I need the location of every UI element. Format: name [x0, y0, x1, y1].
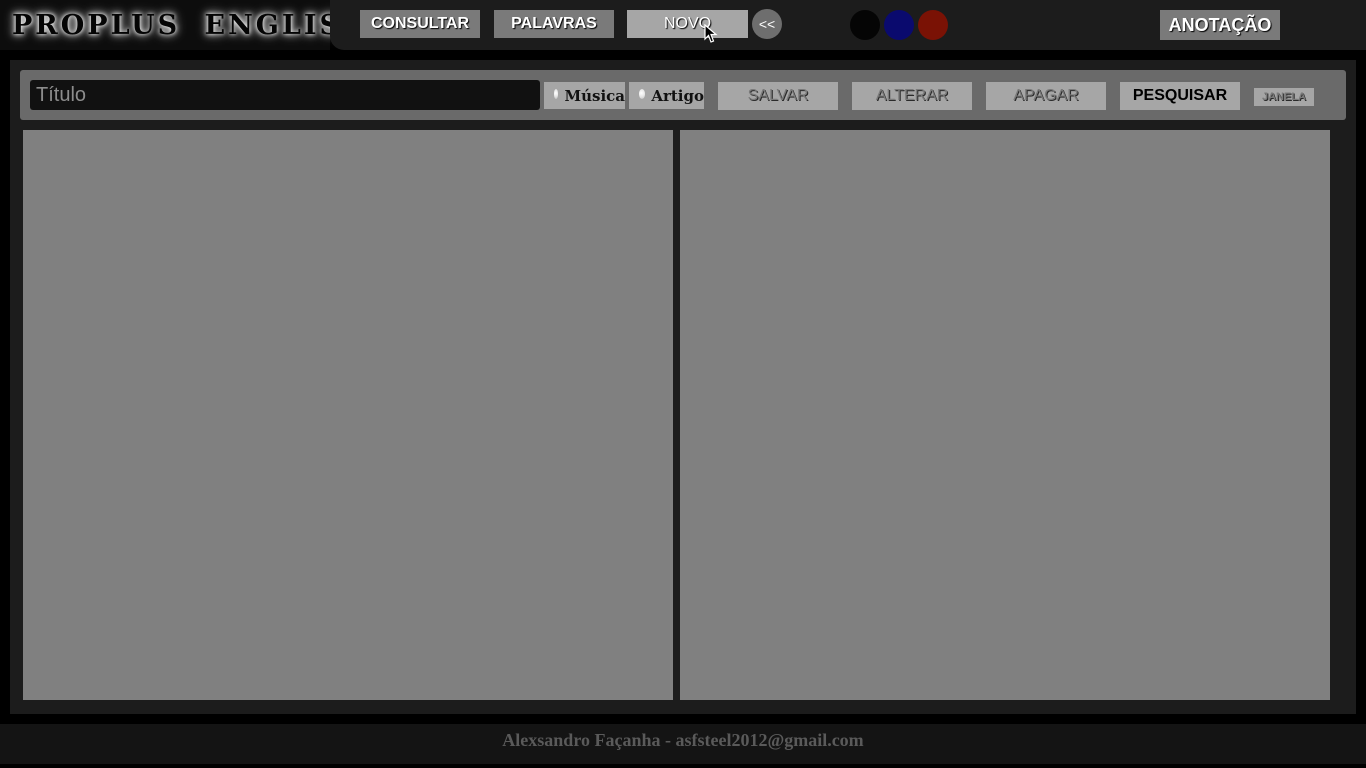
consultar-button[interactable]: CONSULTAR — [360, 10, 480, 38]
logo-area: PROPLUS ENGLISH — [0, 0, 367, 50]
pesquisar-button[interactable]: PESQUISAR — [1120, 82, 1240, 110]
footer: Alexsandro Façanha - asfsteel2012@gmail.… — [0, 724, 1366, 764]
radio-musica-dot[interactable] — [554, 88, 559, 99]
collapse-back-button[interactable]: << — [752, 9, 782, 39]
novo-button[interactable]: NOVO — [627, 10, 748, 38]
radio-musica[interactable]: Música — [544, 82, 625, 109]
radio-musica-label: Música — [564, 86, 625, 105]
apagar-button[interactable]: APAGAR — [986, 82, 1106, 110]
palavras-button[interactable]: PALAVRAS — [494, 10, 614, 38]
radio-artigo-dot[interactable] — [639, 88, 646, 99]
footer-credit: Alexsandro Façanha - asfsteel2012@gmail.… — [502, 730, 864, 750]
color-swatch-black[interactable] — [850, 10, 880, 40]
app-logo: PROPLUS ENGLISH — [12, 9, 371, 41]
radio-artigo-label: Artigo — [651, 86, 704, 105]
anotacao-button[interactable]: ANOTAÇÃO — [1160, 10, 1280, 40]
color-swatch-blue[interactable] — [884, 10, 914, 40]
titulo-input[interactable] — [30, 80, 540, 110]
radio-artigo[interactable]: Artigo — [629, 82, 704, 109]
salvar-button[interactable]: SALVAR — [718, 82, 838, 110]
right-text-pane[interactable] — [680, 130, 1330, 700]
left-text-pane[interactable] — [23, 130, 673, 700]
alterar-button[interactable]: ALTERAR — [852, 82, 972, 110]
mouse-pointer-icon — [704, 24, 718, 43]
janela-button[interactable]: JANELA — [1254, 88, 1314, 106]
color-swatch-red[interactable] — [918, 10, 948, 40]
